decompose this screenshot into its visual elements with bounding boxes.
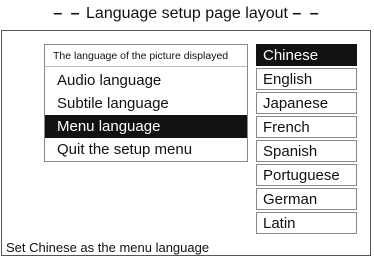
header-dashes-left: – – [53, 5, 82, 22]
language-option-chinese[interactable]: Chinese [256, 44, 357, 66]
language-option-german[interactable]: German [256, 188, 357, 210]
status-text: Set Chinese as the menu language [6, 240, 210, 255]
menu-item-quit-setup[interactable]: Quit the setup menu [45, 138, 247, 161]
header-dashes-right: – – [292, 5, 321, 22]
setup-menu: The language of the picture displayed Au… [44, 44, 248, 162]
language-option-japanese[interactable]: Japanese [256, 92, 357, 114]
language-list: Chinese English Japanese French Spanish … [256, 44, 357, 236]
language-option-french[interactable]: French [256, 116, 357, 138]
page-title: Language setup page layout [86, 5, 288, 22]
language-option-portuguese[interactable]: Portuguese [256, 164, 357, 186]
language-option-english[interactable]: English [256, 68, 357, 90]
language-option-latin[interactable]: Latin [256, 212, 357, 234]
menu-item-audio-language[interactable]: Audio language [45, 69, 247, 92]
menu-item-picture-language[interactable]: The language of the picture displayed [45, 45, 247, 67]
page-header: – – Language setup page layout – – [0, 0, 374, 28]
menu-item-menu-language[interactable]: Menu language [45, 115, 247, 138]
menu-item-subtitle-language[interactable]: Subtile language [45, 92, 247, 115]
language-option-spanish[interactable]: Spanish [256, 140, 357, 162]
